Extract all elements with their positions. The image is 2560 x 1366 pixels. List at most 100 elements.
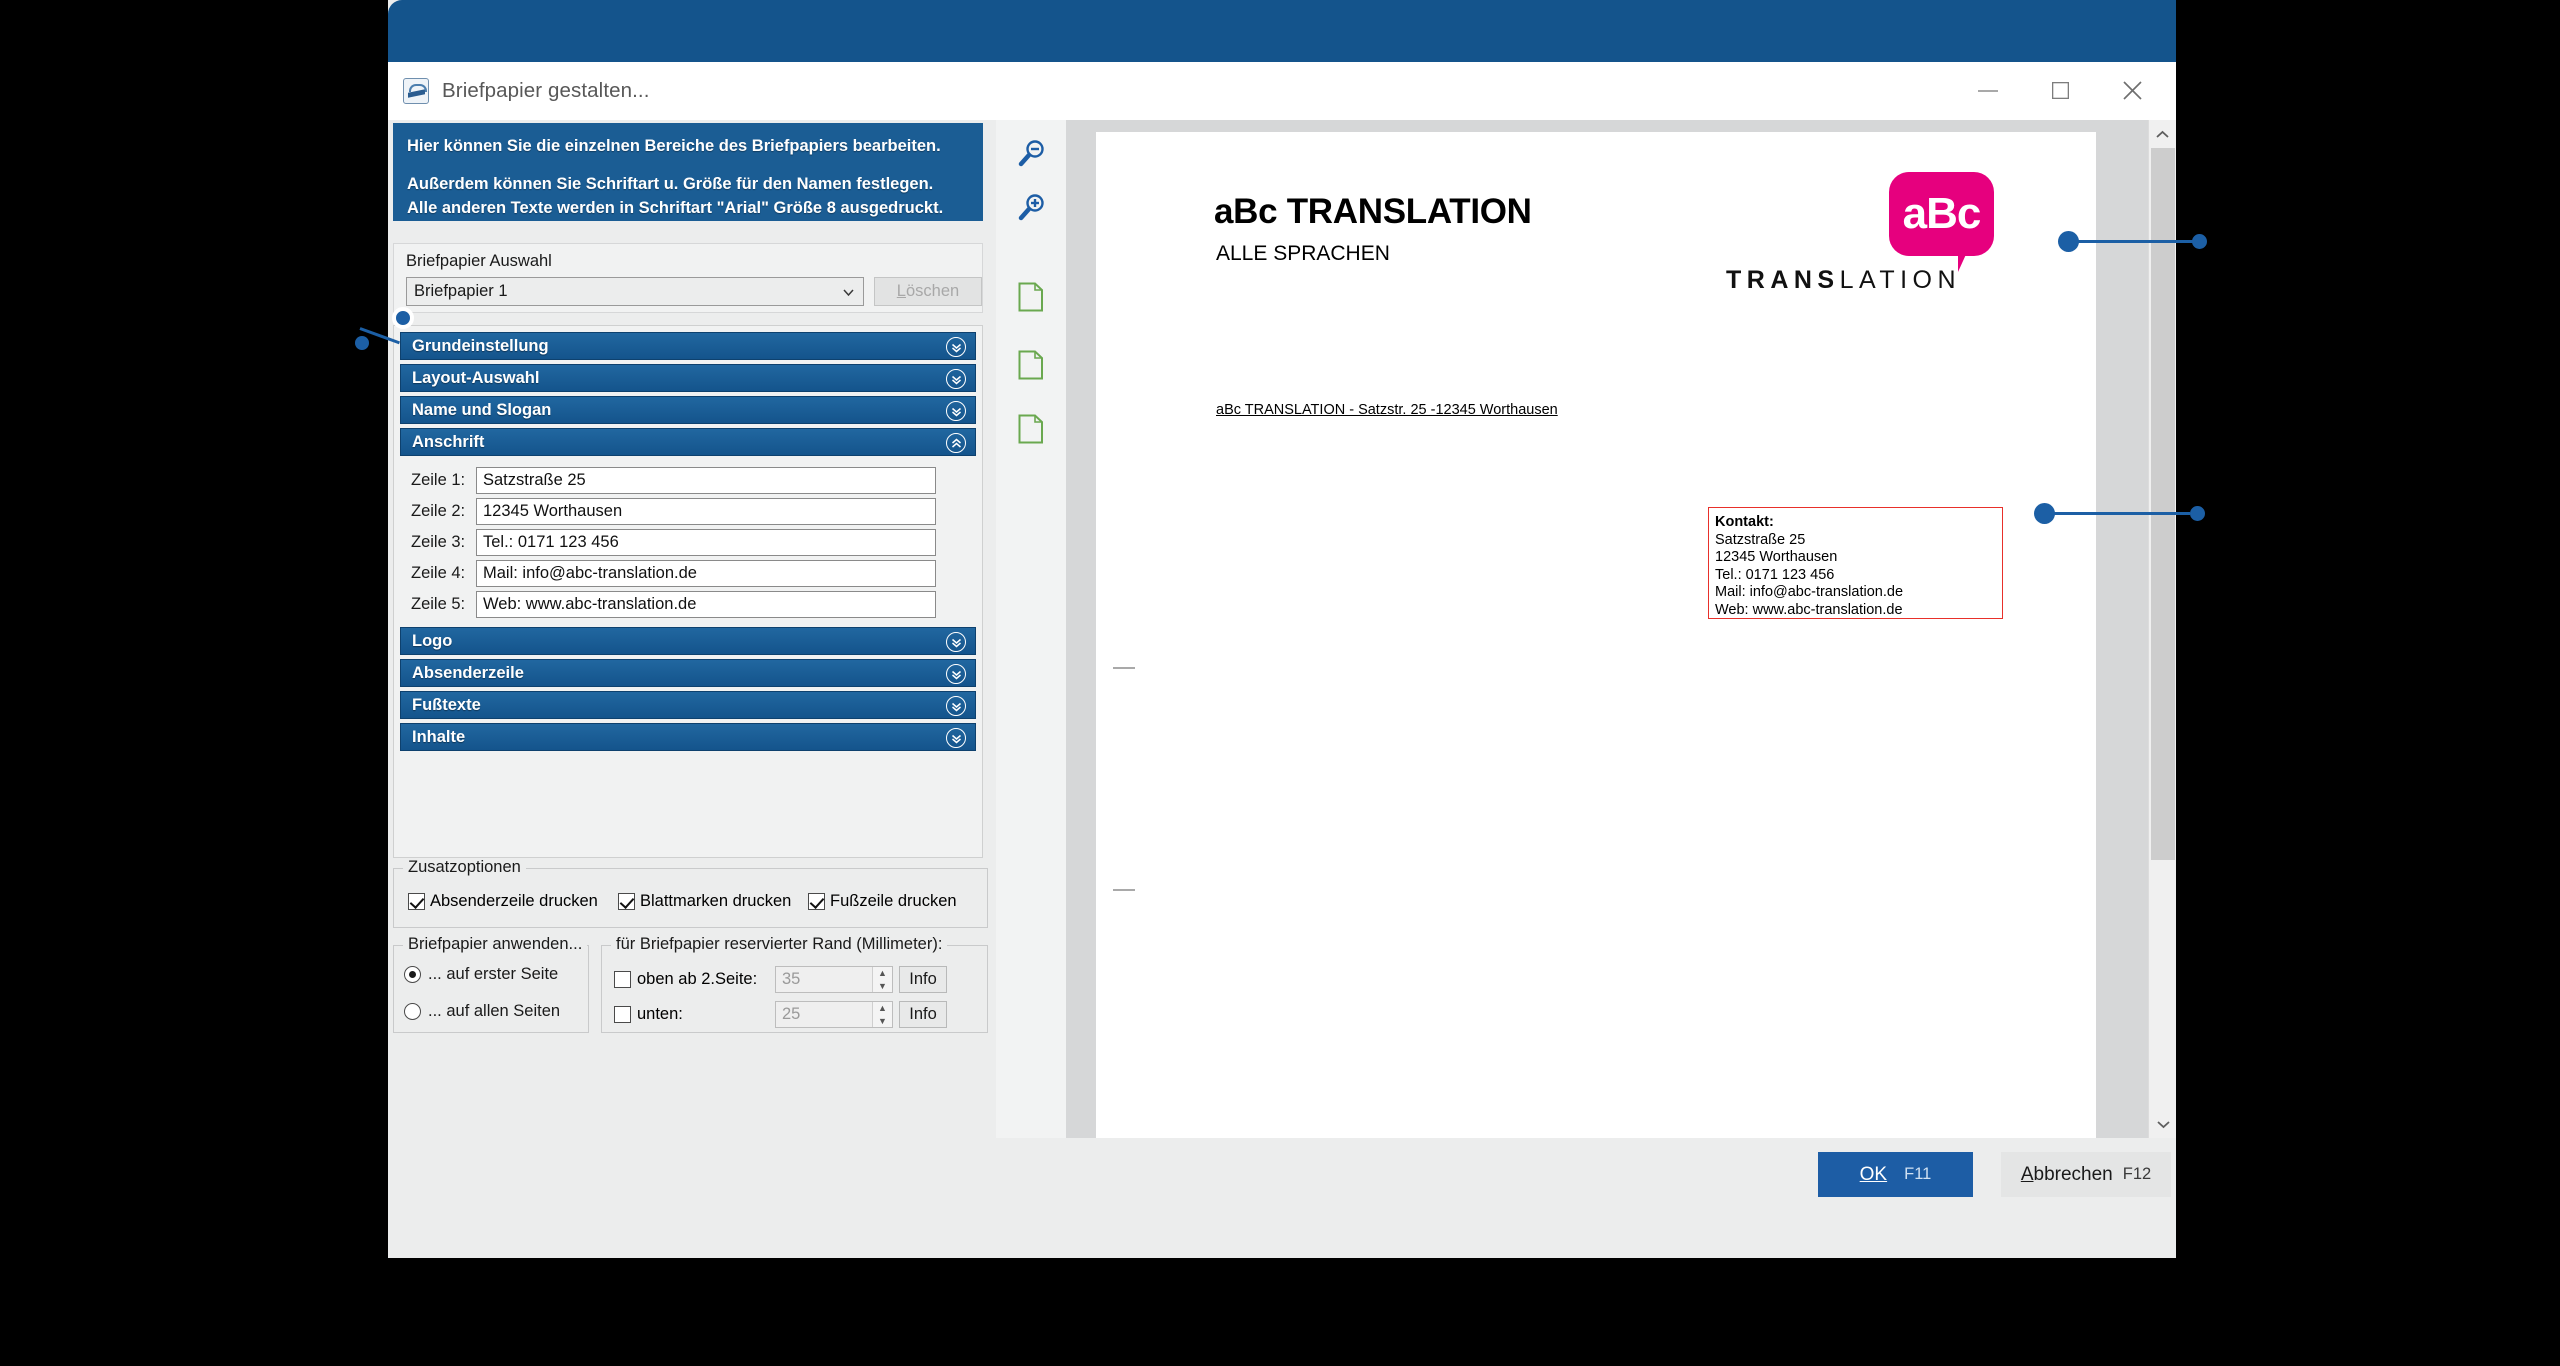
accordion-label: Inhalte <box>412 728 465 747</box>
checkbox-box <box>808 893 825 910</box>
delete-letterhead-label-rest: öschen <box>906 282 959 300</box>
ok-button-label: OK <box>1860 1164 1887 1186</box>
rand-label-unten: unten: <box>637 1005 769 1024</box>
annotation-endpoint-logo <box>2192 234 2207 249</box>
checkbox-label: Fußzeile drucken <box>830 892 957 911</box>
checkbox-blattmarken-drucken[interactable]: Blattmarken drucken <box>618 892 808 911</box>
chevron-double-down-icon <box>946 664 966 684</box>
letterhead-icon <box>403 78 429 104</box>
maximize-button[interactable] <box>2024 62 2096 119</box>
checkbox-box <box>618 893 635 910</box>
accordion-header-fusstexte[interactable]: Fußtexte <box>400 691 976 719</box>
zeile-1-input[interactable]: Satzstraße 25 <box>476 467 936 494</box>
briefpapier-dialog: Briefpapier gestalten... Hier können Sie… <box>388 0 2176 1258</box>
chevron-double-down-icon <box>946 728 966 748</box>
scrollbar-thumb[interactable] <box>2151 148 2175 860</box>
page-single-icon[interactable] <box>1009 407 1053 451</box>
rand-row-unten: unten: 25 ▲▼ Info <box>614 1001 987 1028</box>
zeile-3-input[interactable]: Tel.: 0171 123 456 <box>476 529 936 556</box>
annotation-marker-contact-box <box>2034 503 2055 524</box>
anwenden-group: Briefpapier anwenden... ... auf erster S… <box>393 945 589 1033</box>
radio-dot <box>404 966 421 983</box>
checkbox-fusszeile-drucken[interactable]: Fußzeile drucken <box>808 892 957 911</box>
document-company-name: aBc TRANSLATION <box>1214 192 1532 232</box>
window-title: Briefpapier gestalten... <box>442 79 650 103</box>
accordion-header-absenderzeile[interactable]: Absenderzeile <box>400 659 976 687</box>
spinner-arrows[interactable]: ▲▼ <box>872 1002 892 1027</box>
field-row: Zeile 3: Tel.: 0171 123 456 <box>400 528 976 556</box>
field-label: Zeile 2: <box>400 502 476 521</box>
accordion-header-name-und-slogan[interactable]: Name und Slogan <box>400 396 976 424</box>
radio-auf-allen-seiten[interactable]: ... auf allen Seiten <box>404 1002 588 1021</box>
chevron-double-down-icon <box>946 632 966 652</box>
info-banner-line2: Außerdem können Sie Schriftart u. Größe … <box>407 172 969 196</box>
minimize-button[interactable] <box>1952 62 2024 119</box>
checkbox-absenderzeile-drucken[interactable]: Absenderzeile drucken <box>408 892 618 911</box>
info-button-oben[interactable]: Info <box>899 966 947 993</box>
checkbox-box <box>408 893 425 910</box>
zoom-out-icon[interactable] <box>1009 132 1053 176</box>
radio-dot <box>404 1003 421 1020</box>
contact-line-2: 12345 Worthausen <box>1715 549 2002 567</box>
accordion-header-inhalte[interactable]: Inhalte <box>400 723 976 751</box>
chevron-double-down-icon <box>946 369 966 389</box>
accordion-header-anschrift[interactable]: Anschrift <box>400 428 976 456</box>
contact-line-0: Kontakt: <box>1715 514 2002 532</box>
chevron-double-down-icon <box>946 337 966 357</box>
logo-wordmark-light: LATION <box>1840 266 1961 294</box>
accordion-header-grundeinstellung[interactable]: Grundeinstellung <box>400 332 976 360</box>
rand-oben-input[interactable]: 35 ▲▼ <box>775 966 893 993</box>
close-button[interactable] <box>2096 62 2168 119</box>
field-row: Zeile 5: Web: www.abc-translation.de <box>400 590 976 618</box>
logo-wordmark: TRANSLATION <box>1726 266 2046 295</box>
info-banner: Hier können Sie die einzelnen Bereiche d… <box>393 123 983 221</box>
accordion-header-logo[interactable]: Logo <box>400 627 976 655</box>
info-button-unten[interactable]: Info <box>899 1001 947 1028</box>
accordion-label: Anschrift <box>412 433 484 452</box>
checkbox-oben-ab-2-seite[interactable] <box>614 971 631 988</box>
rand-unten-input[interactable]: 25 ▲▼ <box>775 1001 893 1028</box>
ok-button[interactable]: OK F11 <box>1818 1152 1973 1197</box>
zeile-2-input[interactable]: 12345 Worthausen <box>476 498 936 525</box>
annotation-marker-logo <box>2058 231 2079 252</box>
rand-oben-value: 35 <box>782 970 800 989</box>
zusatzoptionen-legend: Zusatzoptionen <box>403 858 526 877</box>
preview-scrollbar[interactable] <box>2148 120 2176 1138</box>
accordion-label: Grundeinstellung <box>412 337 549 356</box>
delete-letterhead-button[interactable]: Löschen <box>874 277 982 306</box>
annotation-leader-line-contact <box>2054 512 2190 515</box>
accordion-header-layout-auswahl[interactable]: Layout-Auswahl <box>400 364 976 392</box>
preview-toolbar <box>996 120 1066 1138</box>
rand-legend: für Briefpapier reservierter Rand (Milli… <box>611 935 947 954</box>
cancel-button-label: Abbrechen <box>2021 1164 2113 1186</box>
scroll-up-button[interactable] <box>2149 120 2176 148</box>
accordion-label: Logo <box>412 632 452 651</box>
info-banner-line1: Hier können Sie die einzelnen Bereiche d… <box>407 134 969 158</box>
annotation-endpoint-contact <box>2190 506 2205 521</box>
fold-mark-upper <box>1113 667 1135 669</box>
checkbox-unten[interactable] <box>614 1006 631 1023</box>
field-row: Zeile 2: 12345 Worthausen <box>400 497 976 525</box>
letterhead-select[interactable]: Briefpapier 1 <box>406 277 864 306</box>
spinner-arrows[interactable]: ▲▼ <box>872 967 892 992</box>
accordion-label: Absenderzeile <box>412 664 524 683</box>
window-header-band <box>388 0 2176 62</box>
radio-label: ... auf erster Seite <box>428 965 558 984</box>
radio-auf-erster-seite[interactable]: ... auf erster Seite <box>404 965 588 984</box>
zeile-4-input[interactable]: Mail: info@abc-translation.de <box>476 560 936 587</box>
page-whole-icon[interactable] <box>1009 275 1053 319</box>
annotation-leader-line-logo <box>2078 240 2202 243</box>
contact-line-1: Satzstraße 25 <box>1715 532 2002 550</box>
cancel-button[interactable]: Abbrechen F12 <box>2001 1152 2171 1197</box>
zoom-in-icon[interactable] <box>1009 186 1053 230</box>
checkbox-label: Blattmarken drucken <box>640 892 791 911</box>
zeile-5-input[interactable]: Web: www.abc-translation.de <box>476 591 936 618</box>
fold-mark-lower <box>1113 889 1135 891</box>
chevron-down-icon <box>842 286 855 299</box>
scroll-down-button[interactable] <box>2149 1110 2177 1138</box>
contact-line-3: Tel.: 0171 123 456 <box>1715 567 2002 585</box>
page-width-icon[interactable] <box>1009 343 1053 387</box>
document-absenderzeile: aBc TRANSLATION - Satzstr. 25 -12345 Wor… <box>1216 402 1558 418</box>
field-label: Zeile 4: <box>400 564 476 583</box>
document-slogan: ALLE SPRACHEN <box>1216 242 1390 266</box>
